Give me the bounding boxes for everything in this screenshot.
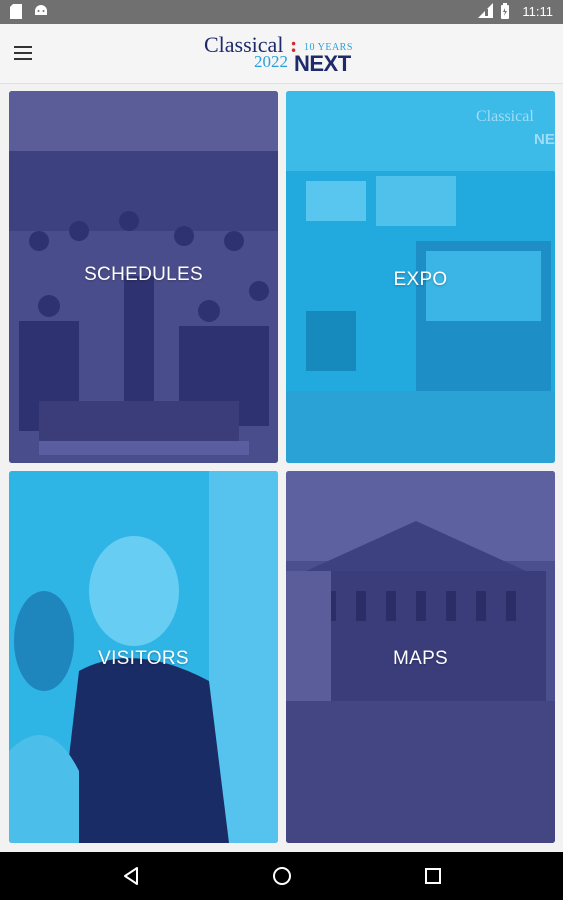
classical-next-logo: Classical : 10 YEARS 2022 NEXT [204,30,364,78]
tile-visitors[interactable]: VISITORS [9,471,278,843]
signal-icon [478,3,494,19]
battery-icon [500,3,514,19]
tile-label-maps: MAPS [392,648,449,669]
tile-label-expo: EXPO [393,269,448,290]
navigation-bar [0,852,563,900]
clock-time: 11:11 [522,3,553,19]
logo-next: NEXT [294,51,351,76]
tile-label-schedules: SCHEDULES [84,264,203,285]
android-icon [34,4,48,20]
home-circle-icon[interactable] [270,864,294,888]
tile-schedules[interactable]: SCHEDULES [9,91,278,463]
sd-card-icon [10,4,24,20]
app-bar: Classical : 10 YEARS 2022 NEXT [0,24,563,84]
hamburger-menu-icon[interactable] [14,42,40,66]
expo-banner-text-2: NE [534,131,555,148]
tile-label-visitors: VISITORS [98,648,189,669]
back-triangle-icon[interactable] [119,864,143,888]
status-bar: 11:11 [0,0,563,24]
tile-expo[interactable]: EXPO Classical NE [286,91,555,463]
expo-banner-text: Classical [476,108,534,125]
recents-square-icon[interactable] [421,864,445,888]
logo-year: 2022 [254,52,288,71]
tile-maps[interactable]: MAPS [286,471,555,843]
home-tile-grid: SCHEDULES EXPO Classical NE VISITORS MAP… [9,91,555,843]
